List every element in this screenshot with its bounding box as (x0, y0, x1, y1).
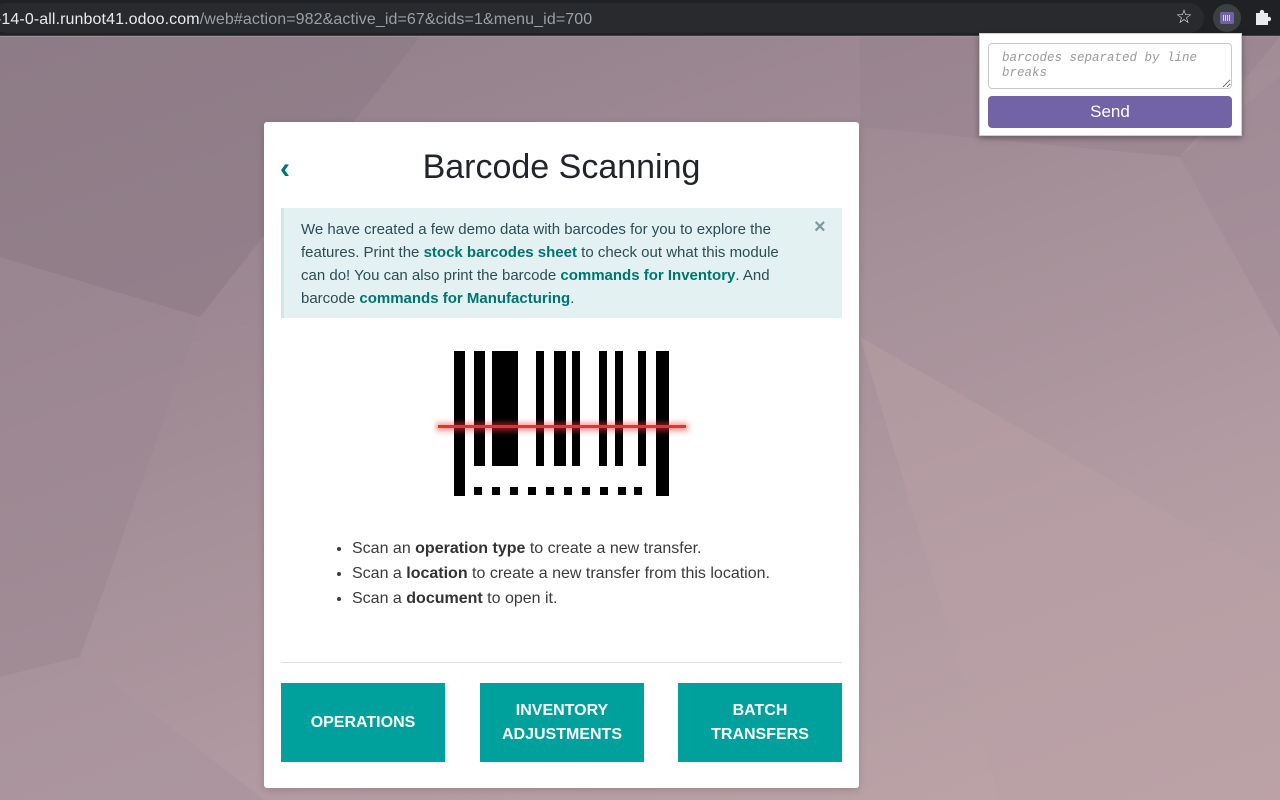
barcode-illustration (434, 348, 694, 498)
alert-text-4: . (570, 290, 575, 307)
browser-toolbar: -14-0-all.runbot41.odoo.com/web#action=9… (0, 0, 1280, 36)
scan-instructions: Scan an operation type to create a new t… (352, 536, 770, 611)
barcode-extension-popup: Send (979, 33, 1242, 136)
page-title: Barcode Scanning (422, 148, 701, 186)
url-text[interactable]: -14-0-all.runbot41.odoo.com/web#action=9… (0, 11, 592, 29)
demo-data-alert: We have created a few demo data with bar… (281, 208, 842, 318)
list-item: Scan an operation type to create a new t… (352, 536, 770, 561)
star-icon[interactable]: ☆ (1172, 6, 1196, 30)
barcodes-textarea[interactable] (988, 43, 1232, 89)
barcode-extension-button[interactable] (1213, 4, 1241, 32)
url-host: -14-0-all.runbot41.odoo.com (0, 11, 200, 28)
list-item: Scan a location to create a new transfer… (352, 561, 770, 586)
divider (281, 662, 842, 663)
manufacturing-commands-link[interactable]: commands for Manufacturing (359, 290, 570, 307)
address-bar[interactable]: -14-0-all.runbot41.odoo.com/web#action=9… (0, 3, 1204, 33)
operations-button[interactable]: OPERATIONS (281, 683, 445, 762)
inventory-commands-link[interactable]: commands for Inventory (560, 267, 735, 284)
barcode-extension-icon (1220, 12, 1234, 24)
barcode-scanning-panel: ‹ Barcode Scanning We have created a few… (264, 122, 859, 788)
list-item: Scan a document to open it. (352, 586, 770, 611)
batch-transfers-button[interactable]: BATCH TRANSFERS (678, 683, 842, 762)
close-icon[interactable]: × (814, 216, 826, 238)
inventory-adjustments-button[interactable]: INVENTORY ADJUSTMENTS (480, 683, 644, 762)
url-path: /web#action=982&active_id=67&cids=1&menu… (199, 11, 593, 28)
send-button[interactable]: Send (988, 96, 1232, 128)
puzzle-icon[interactable] (1248, 4, 1276, 32)
stock-barcodes-sheet-link[interactable]: stock barcodes sheet (424, 244, 577, 261)
